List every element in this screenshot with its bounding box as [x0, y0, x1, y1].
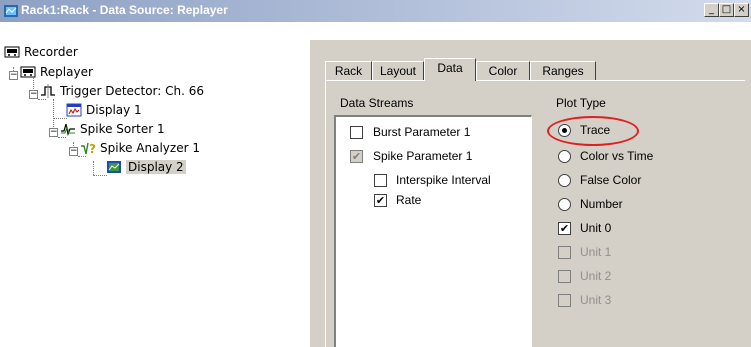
- interspike-interval-checkbox[interactable]: [374, 174, 387, 187]
- tab-rack[interactable]: Rack: [325, 61, 372, 80]
- rack-app-icon: [4, 5, 18, 17]
- unit-1-label: Unit 1: [580, 245, 612, 259]
- window-title: Rack1:Rack - Data Source: Replayer: [21, 3, 228, 17]
- tab-color[interactable]: Color: [476, 61, 530, 80]
- svg-text:?: ?: [89, 142, 96, 156]
- unit-1-checkbox[interactable]: [558, 246, 571, 259]
- unit-0-checkbox[interactable]: ✔: [558, 222, 571, 235]
- rate-label: Rate: [396, 193, 422, 207]
- collapse-toggle[interactable]: −: [49, 128, 58, 137]
- tree-item-label: Spike Analyzer 1: [100, 141, 200, 155]
- tree-item-label: Display 1: [86, 103, 142, 117]
- interspike-interval-label: Interspike Interval: [396, 173, 491, 187]
- collapse-toggle[interactable]: −: [69, 147, 78, 156]
- burst-parameter-label: Burst Parameter 1: [373, 125, 471, 139]
- unit-3-checkbox[interactable]: [558, 294, 571, 307]
- tree-item-spike-analyzer[interactable]: ? Spike Analyzer 1: [80, 140, 200, 156]
- number-label: Number: [580, 197, 623, 211]
- trigger-detector-icon: [41, 84, 55, 98]
- plot-type-heading: Plot Type: [556, 96, 606, 110]
- false-color-radio[interactable]: [558, 174, 571, 187]
- burst-parameter-checkbox[interactable]: [350, 126, 363, 139]
- tree-line: [78, 156, 86, 157]
- display-chart-icon: [107, 161, 121, 173]
- false-color-label: False Color: [580, 173, 642, 187]
- unit-2-label: Unit 2: [580, 269, 612, 283]
- tree-line: [53, 118, 67, 119]
- spike-parameter-checkbox[interactable]: ✔: [350, 150, 363, 163]
- spike-sorter-icon: [61, 123, 75, 137]
- unit-0-label: Unit 0: [580, 221, 612, 235]
- maximize-button[interactable]: □: [719, 3, 734, 17]
- collapse-toggle[interactable]: −: [9, 71, 18, 80]
- tree-item-label: Trigger Detector: Ch. 66: [60, 84, 205, 98]
- tree-line: [93, 175, 107, 176]
- tree-item-spike-sorter[interactable]: Spike Sorter 1: [60, 121, 165, 137]
- unit-2-checkbox[interactable]: [558, 270, 571, 283]
- tree-line: [38, 99, 46, 100]
- tree-item-trigger-detector[interactable]: Trigger Detector: Ch. 66: [40, 83, 204, 99]
- tree-item-display-1[interactable]: Display 1: [66, 102, 142, 118]
- recorder-icon: [4, 46, 20, 58]
- title-bar[interactable]: Rack1:Rack - Data Source: Replayer _ □ ×: [0, 0, 751, 22]
- tree-line: [93, 161, 94, 175]
- tree-line: [58, 137, 66, 138]
- module-tree[interactable]: − − − − Recorder Replayer Trigger Detect…: [0, 40, 310, 347]
- number-radio[interactable]: [558, 198, 571, 211]
- minimize-button[interactable]: _: [704, 3, 719, 17]
- collapse-toggle[interactable]: −: [29, 90, 38, 99]
- replayer-icon: [20, 66, 36, 78]
- unit-3-label: Unit 3: [580, 293, 612, 307]
- display-icon: [66, 103, 82, 117]
- rate-checkbox[interactable]: ✔: [374, 194, 387, 207]
- spike-analyzer-icon: ?: [81, 142, 96, 156]
- tree-item-label: Spike Sorter 1: [80, 122, 165, 136]
- color-vs-time-radio[interactable]: [558, 150, 571, 163]
- tree-item-label: Replayer: [40, 65, 93, 79]
- data-streams-heading: Data Streams: [340, 96, 414, 110]
- spike-parameter-label: Spike Parameter 1: [373, 149, 473, 163]
- tree-item-label: Recorder: [24, 45, 78, 59]
- tree-item-recorder[interactable]: Recorder: [4, 44, 78, 60]
- tab-data[interactable]: Data: [424, 58, 476, 81]
- tree-item-display-2[interactable]: Display 2: [106, 159, 186, 175]
- tree-item-label: Display 2: [126, 160, 186, 174]
- close-button[interactable]: ×: [734, 3, 749, 17]
- highlight-ellipse-annotation: [547, 116, 639, 146]
- color-vs-time-label: Color vs Time: [580, 149, 654, 163]
- tab-ranges[interactable]: Ranges: [530, 61, 596, 80]
- tab-layout[interactable]: Layout: [372, 61, 424, 80]
- tree-item-replayer[interactable]: Replayer: [20, 64, 93, 80]
